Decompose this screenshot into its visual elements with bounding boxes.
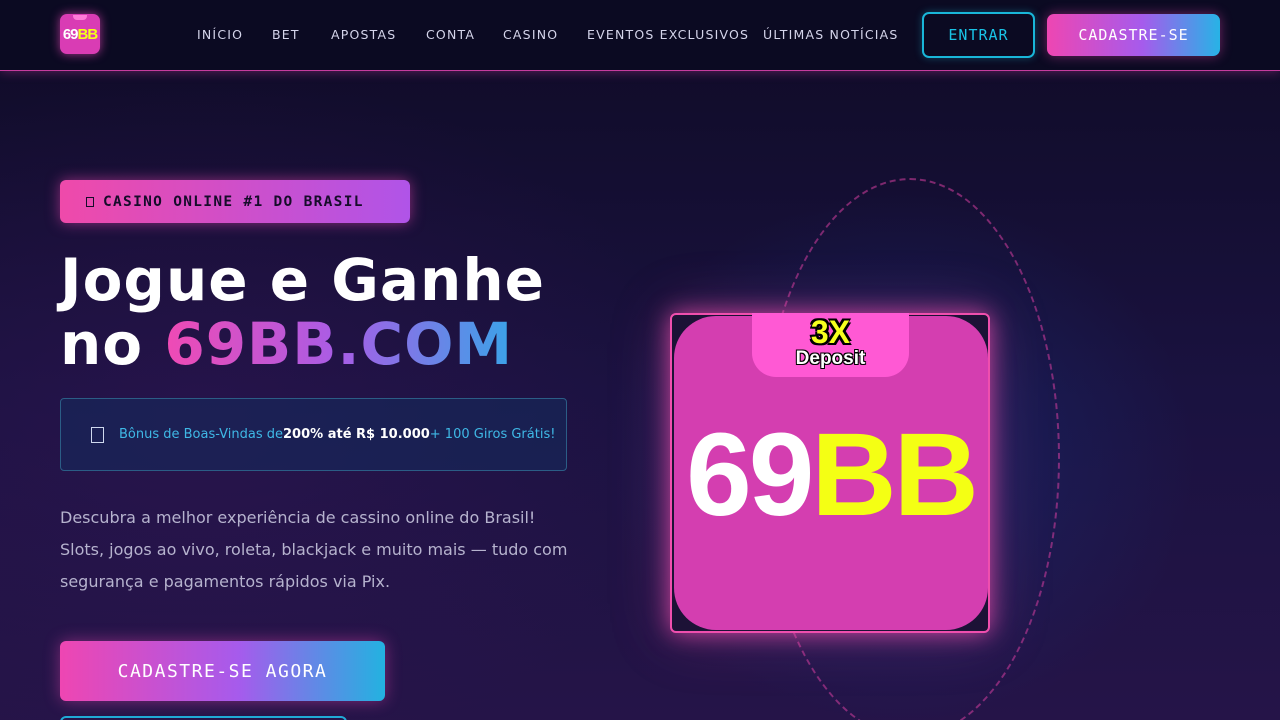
bonus-text-amount: 200% até R$ 10.000 (283, 427, 430, 442)
hero-headline: Jogue e Ganhe no 69BB.COM (60, 248, 545, 376)
headline-line1: Jogue e Ganhe (60, 246, 545, 314)
deposit-tag: 3X Deposit (752, 313, 909, 377)
logo-crown-icon (73, 15, 87, 20)
signup-now-button[interactable]: CADASTRE-SE AGORA (60, 641, 385, 701)
bonus-text-part1: Bônus de Boas-Vindas de (119, 427, 284, 442)
promo-logo-yellow: BB (811, 409, 978, 541)
deposit-multiplier: 3X (810, 314, 851, 350)
hero-badge-label: CASINO ONLINE #1 DO BRASIL (103, 193, 364, 210)
login-button[interactable]: ENTRAR (922, 12, 1035, 58)
promo-logo-text: 69BB (686, 409, 979, 541)
logo-text-yellow: BB (77, 25, 99, 43)
logo-text-white: 69 (62, 25, 79, 43)
bonus-banner: Bônus de Boas-Vindas de 200% até R$ 10.0… (60, 398, 567, 471)
site-logo[interactable]: 69 BB (60, 14, 100, 54)
deposit-label: Deposit (795, 348, 866, 369)
nav-item-eventos-exclusivos[interactable]: EVENTOS EXCLUSIVOS (587, 27, 749, 42)
nav-item-apostas[interactable]: APOSTAS (331, 27, 396, 42)
bonus-text-part3: + 100 Giros Grátis! (429, 427, 556, 442)
nav-item-conta[interactable]: CONTA (426, 27, 475, 42)
nav-item-inicio[interactable]: INÍCIO (197, 27, 243, 42)
nav-item-ultimas-noticias[interactable]: ÚLTIMAS NOTÍCIAS (763, 27, 899, 42)
nav-item-bet[interactable]: BET (272, 27, 300, 42)
hero-description: Descubra a melhor experiência de cassino… (60, 508, 568, 591)
headline-prefix: no (60, 310, 165, 378)
promo-logo-white: 69 (686, 409, 814, 541)
signup-button[interactable]: CADASTRE-SE (1047, 14, 1220, 56)
site-header: 69 BB INÍCIO BET APOSTAS CONTA CASINO EVE… (0, 0, 1280, 71)
gift-icon (91, 426, 104, 443)
hero-badge: CASINO ONLINE #1 DO BRASIL (60, 180, 410, 223)
nav-item-casino[interactable]: CASINO (503, 27, 558, 42)
star-icon (86, 196, 94, 207)
secondary-cta-button[interactable] (60, 716, 347, 720)
headline-highlight: 69BB.COM (164, 310, 514, 378)
